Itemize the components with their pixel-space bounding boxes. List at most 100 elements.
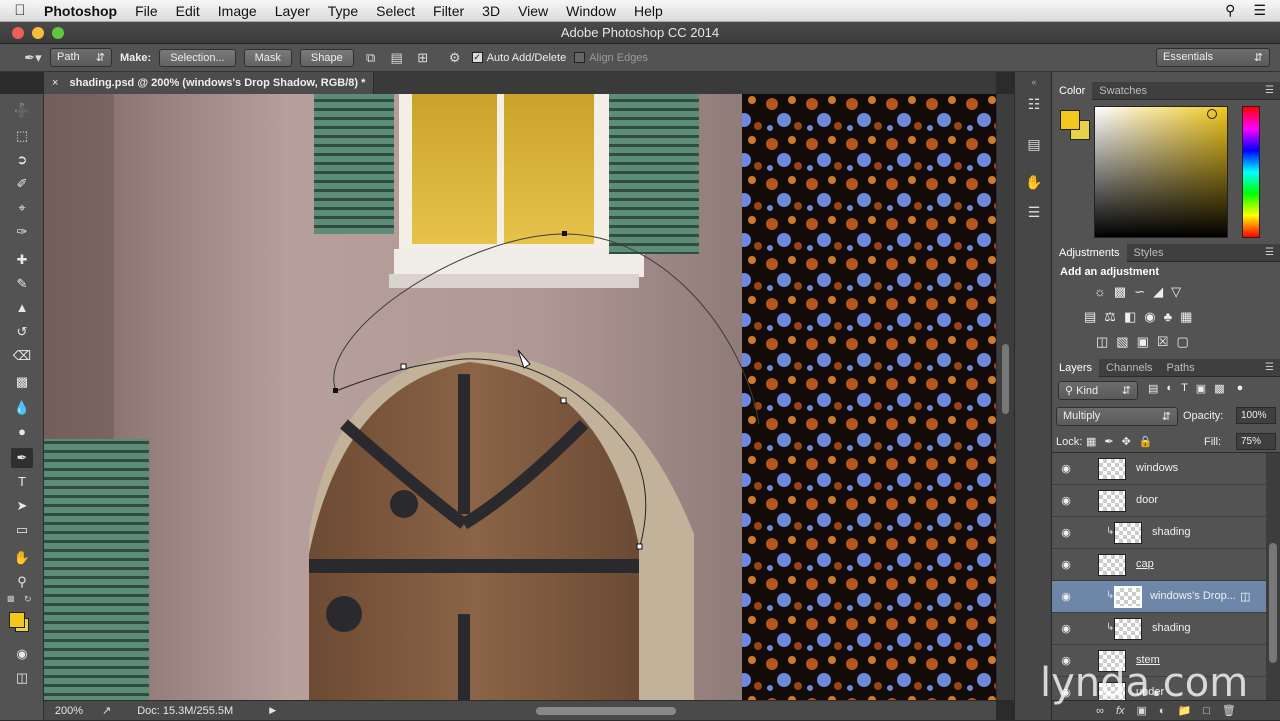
auto-add-delete-toggle[interactable]: ✓ Auto Add/Delete: [471, 52, 566, 64]
visibility-eye-icon[interactable]: ◉: [1058, 558, 1074, 572]
gradient-tool-icon[interactable]: ▩: [11, 372, 33, 392]
swap-colors-icon[interactable]: ↻: [24, 594, 32, 605]
layer-name[interactable]: windows: [1136, 462, 1178, 474]
move-tool-icon[interactable]: ➕: [11, 102, 33, 122]
rectangle-tool-icon[interactable]: ▭: [11, 520, 33, 540]
healing-brush-tool-icon[interactable]: ✚: [11, 250, 33, 270]
tab-adjustments[interactable]: Adjustments: [1052, 243, 1127, 262]
default-colors-icon[interactable]: ▩: [7, 594, 15, 603]
zoom-window-button[interactable]: [52, 27, 64, 39]
color-panel-menu-icon[interactable]: ☰: [1265, 85, 1274, 96]
make-shape-button[interactable]: Shape: [299, 48, 354, 67]
fill-input[interactable]: 75%: [1236, 433, 1276, 450]
invert-icon[interactable]: ◫: [1096, 334, 1108, 350]
auto-add-delete-checkbox[interactable]: ✓: [471, 52, 483, 64]
close-window-button[interactable]: [12, 27, 24, 39]
tool-presets-panel-icon[interactable]: ✋: [1024, 172, 1044, 192]
quick-selection-tool-icon[interactable]: ✐: [11, 174, 33, 194]
tab-layers[interactable]: Layers: [1052, 358, 1100, 377]
layer-row-cap[interactable]: ◉ cap: [1052, 549, 1266, 581]
vibrance-icon[interactable]: ▽: [1171, 284, 1181, 300]
filter-type-icon[interactable]: T: [1181, 382, 1188, 395]
foreground-color-swatch[interactable]: [9, 612, 25, 628]
path-operations-icon[interactable]: ⧉: [362, 49, 380, 67]
lock-image-icon[interactable]: ✒: [1104, 435, 1113, 448]
color-panel-foreground-swatch[interactable]: [1060, 110, 1080, 130]
opacity-input[interactable]: 100%: [1236, 407, 1276, 424]
gear-icon[interactable]: ⚙: [446, 49, 464, 67]
filter-pixel-icon[interactable]: ▤: [1148, 382, 1158, 395]
canvas-image[interactable]: [44, 94, 996, 700]
menu-window[interactable]: Window: [557, 3, 625, 19]
dock-collapse-icon[interactable]: «: [1024, 72, 1044, 92]
lock-transparent-icon[interactable]: ▦: [1086, 435, 1096, 448]
horizontal-scroll-thumb[interactable]: [536, 706, 677, 715]
color-balance-icon[interactable]: ⚖: [1104, 309, 1116, 325]
notification-list-icon[interactable]: ☰: [1253, 2, 1266, 19]
brush-tool-icon[interactable]: ✎: [11, 274, 33, 294]
threshold-icon[interactable]: ▣: [1137, 334, 1149, 350]
curves-icon[interactable]: ∽: [1134, 284, 1145, 300]
vertical-scroll-thumb[interactable]: [1002, 344, 1009, 414]
vertical-scrollbar[interactable]: [996, 94, 1014, 700]
layer-row-windows[interactable]: ◉ windows: [1052, 453, 1266, 485]
visibility-eye-icon[interactable]: ◉: [1058, 622, 1074, 636]
posterize-icon[interactable]: ▧: [1116, 334, 1128, 350]
gradient-map-icon[interactable]: ▢: [1177, 334, 1189, 350]
path-arrangement-icon[interactable]: ⊞: [414, 49, 432, 67]
dodge-tool-icon[interactable]: ●: [11, 422, 33, 442]
menu-edit[interactable]: Edit: [167, 3, 209, 19]
make-selection-button[interactable]: Selection...: [159, 48, 236, 67]
menu-3d[interactable]: 3D: [473, 3, 509, 19]
layer-filter-kind-select[interactable]: ⚲ Kind ⇵: [1058, 381, 1138, 400]
close-document-icon[interactable]: ×: [52, 77, 58, 89]
menu-file[interactable]: File: [126, 3, 167, 19]
lasso-tool-icon[interactable]: ➲: [11, 150, 33, 170]
layer-list-scrollbar[interactable]: [1266, 453, 1280, 700]
hue-slider[interactable]: [1242, 106, 1260, 238]
blend-mode-select[interactable]: Multiply ⇵: [1056, 407, 1178, 426]
layer-name[interactable]: shading: [1152, 526, 1191, 538]
layer-row-windows-drop-shadow[interactable]: ◉ ↳ windows's Drop... ◫: [1052, 581, 1266, 613]
visibility-eye-icon[interactable]: ◉: [1058, 590, 1074, 604]
clone-stamp-tool-icon[interactable]: ▲: [11, 298, 33, 318]
minimize-window-button[interactable]: [32, 27, 44, 39]
menu-help[interactable]: Help: [625, 3, 672, 19]
status-menu-arrow-icon[interactable]: ▶: [269, 705, 276, 716]
document-canvas[interactable]: [44, 94, 996, 700]
eyedropper-tool-icon[interactable]: ✑: [11, 222, 33, 242]
pen-tool-preset-icon[interactable]: ✒▾: [24, 49, 42, 67]
history-panel-icon[interactable]: ☷: [1024, 94, 1044, 114]
share-icon[interactable]: ↗: [102, 704, 111, 717]
tab-channels[interactable]: Channels: [1099, 359, 1159, 377]
tab-styles[interactable]: Styles: [1127, 244, 1171, 262]
exposure-icon[interactable]: ◢: [1153, 284, 1163, 300]
layer-row-door[interactable]: ◉ door: [1052, 485, 1266, 517]
filter-adjustment-icon[interactable]: ◐: [1166, 382, 1173, 395]
layer-name[interactable]: shading: [1152, 622, 1191, 634]
black-white-icon[interactable]: ◧: [1124, 309, 1136, 325]
tab-swatches[interactable]: Swatches: [1092, 82, 1154, 100]
layer-list-scroll-thumb[interactable]: [1269, 543, 1277, 663]
menu-photoshop[interactable]: Photoshop: [40, 3, 126, 19]
document-tab[interactable]: × shading.psd @ 200% (windows's Drop Sha…: [44, 72, 374, 94]
screen-mode-icon[interactable]: ◫: [11, 668, 33, 688]
filter-shape-icon[interactable]: ▣: [1196, 382, 1206, 395]
align-edges-checkbox[interactable]: [574, 52, 586, 64]
visibility-eye-icon[interactable]: ◉: [1058, 526, 1074, 540]
channel-mixer-icon[interactable]: ♣: [1164, 309, 1173, 325]
hue-saturation-icon[interactable]: ▤: [1084, 309, 1096, 325]
type-tool-icon[interactable]: T: [11, 472, 33, 492]
menu-select[interactable]: Select: [367, 3, 424, 19]
filter-smart-object-icon[interactable]: ▩: [1214, 382, 1224, 395]
layer-row-shading-2[interactable]: ◉ ↳ shading: [1052, 613, 1266, 645]
marquee-tool-icon[interactable]: ⬚: [11, 126, 33, 146]
history-brush-tool-icon[interactable]: ↺: [11, 322, 33, 342]
crop-tool-icon[interactable]: ⌖: [11, 198, 33, 218]
quick-mask-icon[interactable]: ◉: [11, 644, 33, 664]
visibility-eye-icon[interactable]: ◉: [1058, 462, 1074, 476]
menu-filter[interactable]: Filter: [424, 3, 473, 19]
selective-color-icon[interactable]: ☒: [1157, 334, 1169, 350]
apple-menu-icon[interactable]: : [0, 2, 40, 19]
lock-all-icon[interactable]: 🔒: [1139, 435, 1153, 448]
